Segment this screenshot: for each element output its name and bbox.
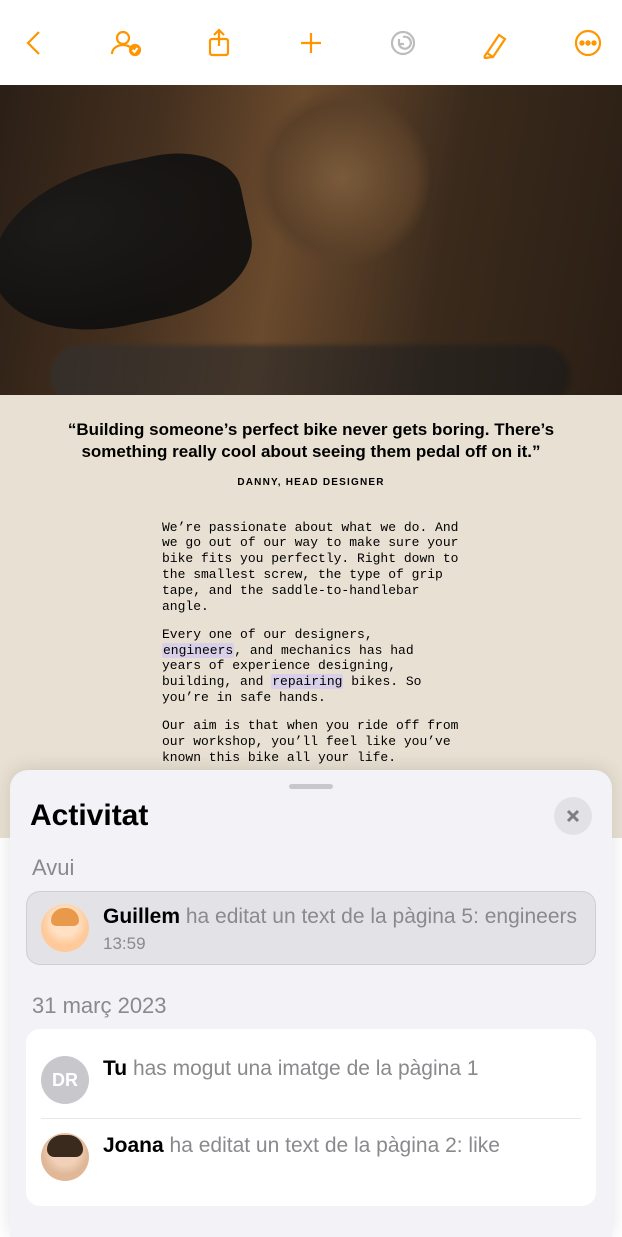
close-button[interactable] xyxy=(554,797,592,835)
close-icon xyxy=(564,807,582,825)
back-button[interactable] xyxy=(14,23,54,63)
avatar xyxy=(41,904,89,952)
sheet-grabber[interactable] xyxy=(289,784,333,789)
quote-text: “Building someone’s perfect bike never g… xyxy=(60,419,562,463)
activity-item[interactable]: Joana ha editat un text de la pàgina 2: … xyxy=(41,1118,581,1195)
highlight-engineers[interactable]: engineers xyxy=(162,643,234,658)
activity-time: 13:59 xyxy=(103,934,581,954)
section-date: 31 març 2023 xyxy=(10,979,612,1029)
avatar xyxy=(41,1133,89,1181)
format-button[interactable] xyxy=(476,23,516,63)
activity-group: DR Tu has mogut una imatge de la pàgina … xyxy=(26,1029,596,1206)
activity-item[interactable]: DR Tu has mogut una imatge de la pàgina … xyxy=(41,1042,581,1118)
toolbar xyxy=(0,0,622,85)
sheet-title: Activitat xyxy=(30,799,148,833)
paragraph-2: Every one of our designers, engineers, a… xyxy=(162,627,460,706)
undo-button xyxy=(383,23,423,63)
quote-block: “Building someone’s perfect bike never g… xyxy=(0,395,622,502)
avatar: DR xyxy=(41,1056,89,1104)
highlight-repairing[interactable]: repairing xyxy=(271,674,343,689)
hero-image xyxy=(0,85,622,395)
share-button[interactable] xyxy=(199,23,239,63)
section-today: Avui xyxy=(10,841,612,891)
paragraph-3: Our aim is that when you ride off from o… xyxy=(162,718,460,766)
activity-text: Tu has mogut una imatge de la pàgina 1 xyxy=(103,1056,581,1082)
activity-text: Guillem ha editat un text de la pàgina 5… xyxy=(103,904,581,930)
activity-text: Joana ha editat un text de la pàgina 2: … xyxy=(103,1133,581,1159)
add-button[interactable] xyxy=(291,23,331,63)
quote-attribution: DANNY, HEAD DESIGNER xyxy=(60,477,562,488)
more-button[interactable] xyxy=(568,23,608,63)
document-canvas[interactable]: “Building someone’s perfect bike never g… xyxy=(0,85,622,838)
paragraph-1: We’re passionate about what we do. And w… xyxy=(162,520,460,615)
activity-item[interactable]: Guillem ha editat un text de la pàgina 5… xyxy=(26,891,596,965)
activity-sheet: Activitat Avui Guillem ha editat un text… xyxy=(10,770,612,1237)
collaborate-button[interactable] xyxy=(106,23,146,63)
